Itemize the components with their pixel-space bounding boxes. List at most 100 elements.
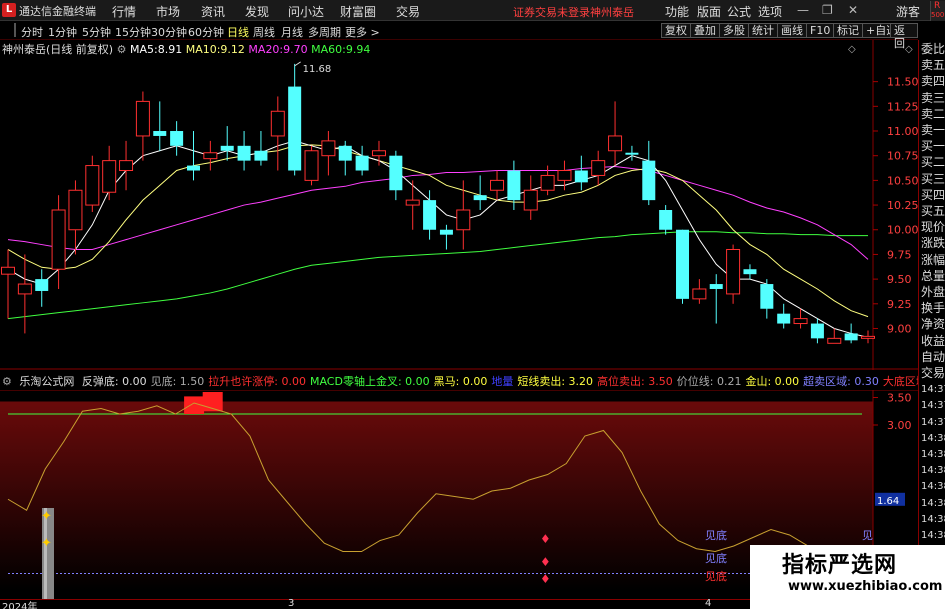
candle-body-up [119, 160, 134, 172]
period-15min[interactable]: 15分钟 [115, 24, 151, 40]
side-panel-item: 14:37 [921, 416, 945, 428]
candle-body-down [220, 145, 234, 151]
side-panel-item: 买一 [921, 139, 945, 154]
duogu-button[interactable]: 多股 [719, 23, 749, 38]
candle-body-up [321, 140, 336, 157]
side-panel-item: 买三 [921, 171, 945, 186]
menu-xuanxiang[interactable]: 选项 [758, 3, 782, 20]
candle-body-up [371, 150, 386, 157]
side-panel-item: 委比 [921, 42, 945, 56]
ma5-value: 8.91 [157, 43, 183, 56]
gem-marker-icon: ♦ [540, 572, 551, 586]
app-title: 通达信金融终端 [19, 5, 96, 18]
menu-gongshi[interactable]: 公式 [727, 3, 751, 20]
side-panel-item: 净资 [921, 317, 945, 332]
candle-body-up [793, 318, 808, 325]
y-tick-label: 11.25 [887, 100, 918, 113]
menu-shichang[interactable]: 市场 [156, 3, 180, 20]
menu-zixun[interactable]: 资讯 [201, 3, 225, 20]
candle-body-up [270, 110, 285, 137]
candle-body-down [574, 170, 588, 183]
side-panel-item: 买五 [921, 204, 945, 218]
ma60-value: 9.94 [345, 43, 371, 56]
menu-faxian[interactable]: 发现 [245, 3, 269, 20]
date-label-year: 2024年 [2, 602, 38, 609]
candle-body-up [1, 266, 15, 275]
current-value-label: 1.64 [877, 496, 899, 507]
candle-body-up [456, 209, 471, 231]
huaxian-button[interactable]: 画线 [777, 23, 807, 38]
biaoji-button[interactable]: 标记 [833, 23, 863, 38]
settings-gear-icon[interactable]: ⚙ [117, 43, 127, 56]
y-tick-label: 10.75 [887, 150, 918, 163]
ma5-line [7, 140, 869, 338]
candle-body-up [523, 189, 538, 211]
minimize-icon[interactable]: — [797, 3, 809, 17]
period-5min[interactable]: 5分钟 [82, 24, 111, 40]
period-60min[interactable]: 60分钟 [188, 24, 224, 40]
restore-icon[interactable]: ❐ [822, 3, 833, 17]
candle-body-down [659, 210, 673, 230]
candle-body-down [423, 200, 437, 230]
indicator-field: 价位线: 0.21 [676, 375, 742, 388]
period-multi[interactable]: 多周期 [308, 24, 341, 40]
butterfly-icon: ✦ [41, 509, 52, 524]
menu-gongneng[interactable]: 功能 [665, 3, 689, 20]
candle-body-down [153, 131, 167, 136]
period-daily[interactable]: 日线 [227, 24, 249, 40]
candle-body-up [102, 160, 117, 193]
candle-body-up [726, 248, 741, 295]
close-icon[interactable]: ✕ [848, 3, 858, 17]
candle-body-down [507, 170, 521, 201]
r-corner-badge: R 500 [930, 1, 945, 21]
menu-banmian[interactable]: 版面 [697, 3, 721, 20]
main-chart-header: 神州泰岳(日线 前复权) ⚙ MA5:8.91 MA10:9.12 MA20:9… [2, 41, 370, 57]
main-chart-area[interactable]: ◇ ◇ 11.50 11.25 11.00 10.75 10.50 10.25 10.00 9.7… [0, 40, 919, 381]
side-panel-item: 14:38 [921, 497, 945, 509]
period-separator [14, 23, 16, 37]
y-tick-label: 10.00 [887, 224, 918, 237]
watermark-banner: 指标严选网 www.xuezhibiao.com [750, 545, 945, 609]
period-weekly[interactable]: 周线 [253, 24, 275, 40]
ind-y-tick-label: 3.00 [887, 419, 912, 432]
side-panel-item: 14:38 [921, 432, 945, 444]
period-1min[interactable]: 1分钟 [48, 24, 77, 40]
candle-body-up [68, 189, 83, 231]
candlestick-chart[interactable]: ◇ ◇ 11.50 11.25 11.00 10.75 10.50 10.25 10.00 9.7… [0, 40, 919, 381]
candle-body-up [591, 160, 606, 176]
candle-body-down [642, 160, 656, 201]
menu-jiaoyi[interactable]: 交易 [396, 3, 420, 20]
side-panel-item: 14:37 [921, 400, 945, 412]
watermark-title: 指标严选网 [782, 553, 898, 578]
candle-body-down [389, 155, 403, 191]
period-30min[interactable]: 30分钟 [151, 24, 187, 40]
menu-caifuquan[interactable]: 财富圈 [340, 3, 376, 20]
period-fenshi[interactable]: 分时 [21, 24, 43, 40]
y-tick-label: 10.50 [887, 174, 918, 187]
indicator-field: 高位卖出: 3.50 [597, 375, 673, 388]
indicator-settings-gear-icon[interactable]: ⚙ [2, 375, 12, 388]
side-panel-item[interactable]: 自动 [921, 350, 945, 365]
menu-hangqing[interactable]: 行情 [112, 3, 136, 20]
side-panel-item[interactable]: 交易 [921, 366, 945, 381]
high-annotation-label: 11.68 [303, 64, 332, 75]
y-tick-label: 11.00 [887, 125, 918, 138]
trade-login-notice[interactable]: 证券交易未登录 [513, 4, 590, 20]
side-panel-item: 买四 [921, 187, 945, 202]
gem-marker-icon: ♦ [540, 532, 551, 546]
y-tick-label: 10.25 [887, 199, 918, 212]
f10-button[interactable]: F10 [806, 23, 835, 38]
menu-wenxiaoda[interactable]: 问小达 [288, 3, 324, 20]
side-panel-item: 卖三 [921, 90, 945, 105]
fuquan-button[interactable]: 复权 [661, 23, 691, 38]
period-monthly[interactable]: 月线 [281, 24, 303, 40]
y-tick-label: 11.50 [887, 76, 918, 89]
indicator-name[interactable]: 乐淘公式网 [19, 375, 74, 388]
candle-body-down [844, 333, 858, 341]
guest-user[interactable]: 游客 [896, 3, 920, 20]
tongji-button[interactable]: 统计 [748, 23, 778, 38]
back-button[interactable]: 返回 [890, 23, 918, 50]
diejia-button[interactable]: 叠加 [690, 23, 720, 38]
period-more[interactable]: 更多 > [345, 24, 380, 40]
side-panel-item: 14:38 [921, 465, 945, 477]
